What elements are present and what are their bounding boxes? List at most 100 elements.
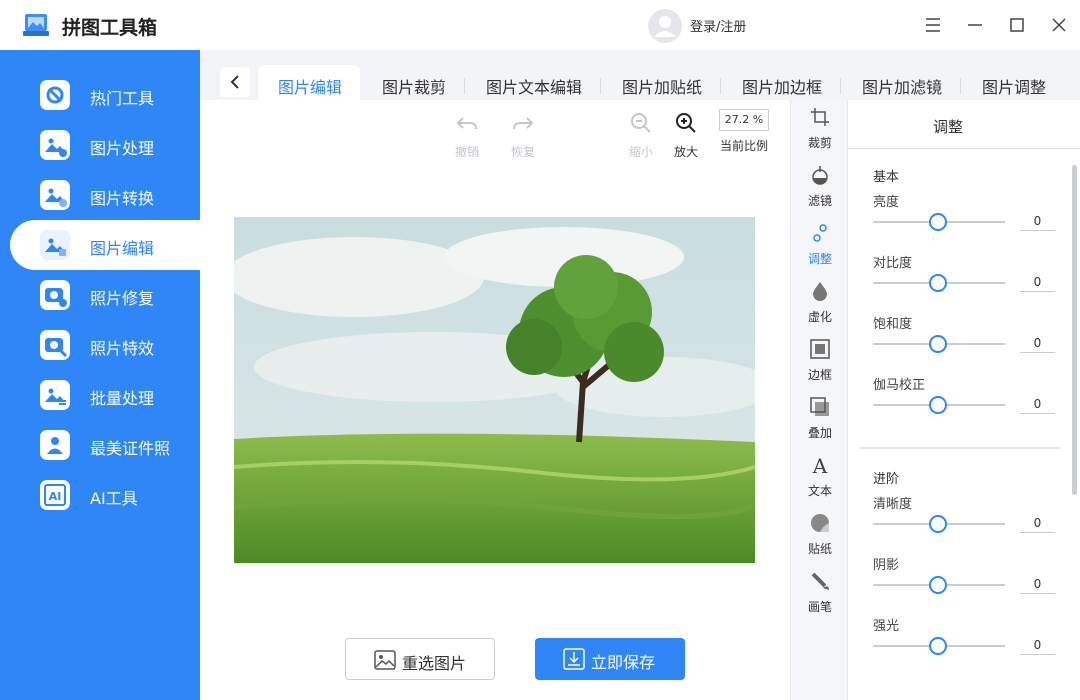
panel-scrollbar[interactable] bbox=[1072, 165, 1077, 495]
svg-text:AI: AI bbox=[49, 490, 62, 503]
app-title: 拼图工具箱 bbox=[62, 17, 158, 39]
zoom-out-button[interactable]: 缩小 bbox=[624, 110, 658, 160]
rail-brush[interactable]: 画笔 bbox=[791, 564, 849, 620]
sticker-icon bbox=[811, 514, 829, 532]
sidebar: 热门工具 图片处理 图片转换 图片编辑 照片修复 照片特效 批量处理 最美证件照… bbox=[0, 50, 200, 700]
shadow-slider-knob[interactable] bbox=[929, 576, 947, 594]
rail-label: 调整 bbox=[807, 252, 832, 266]
hot-tools-icon bbox=[40, 80, 70, 110]
sidebar-item-label: 批量处理 bbox=[90, 389, 155, 408]
rail-label: 叠加 bbox=[807, 426, 832, 440]
undo-icon bbox=[456, 117, 477, 130]
contrast-value[interactable]: 0 bbox=[1020, 272, 1055, 292]
reselect-image-button[interactable]: 重选图片 bbox=[345, 638, 495, 680]
sidebar-item-label: 照片修复 bbox=[90, 289, 155, 308]
sidebar-item-label: AI工具 bbox=[90, 489, 138, 508]
brush-icon bbox=[811, 572, 829, 590]
user-avatar-icon[interactable] bbox=[648, 9, 682, 43]
tab-image-add-border[interactable]: 图片加边框 bbox=[742, 74, 822, 98]
ai-tools-icon: AI bbox=[40, 480, 70, 510]
brightness-slider-knob[interactable] bbox=[929, 213, 947, 231]
tab-bar: 图片编辑 图片裁剪 图片文本编辑 图片加贴纸 图片加边框 图片加滤镜 图片调整 bbox=[200, 50, 1080, 100]
gamma-value[interactable]: 0 bbox=[1020, 394, 1055, 414]
rail-label: 虚化 bbox=[807, 310, 832, 324]
save-now-button[interactable]: 立即保存 bbox=[535, 638, 685, 680]
sidebar-item-photo-effects[interactable]: 照片特效 bbox=[10, 320, 200, 370]
rail-label: 贴纸 bbox=[807, 542, 832, 556]
zoom-in-label: 放大 bbox=[673, 145, 698, 159]
rail-text[interactable]: A 文本 bbox=[791, 448, 849, 504]
zoom-percentage-box[interactable]: 27.2 % bbox=[719, 109, 769, 131]
hard-light-value[interactable]: 0 bbox=[1020, 635, 1055, 655]
rail-blur[interactable]: 虚化 bbox=[791, 274, 849, 330]
zoom-in-button[interactable]: 放大 bbox=[669, 110, 703, 160]
redo-icon bbox=[513, 117, 534, 130]
app-logo-icon bbox=[23, 14, 49, 36]
rail-label: 滤镜 bbox=[807, 194, 832, 208]
tab-image-adjust[interactable]: 图片调整 bbox=[982, 74, 1046, 98]
rail-border[interactable]: 边框 bbox=[791, 332, 849, 388]
redo-label: 恢复 bbox=[510, 145, 535, 159]
back-button[interactable] bbox=[220, 67, 250, 97]
image-icon bbox=[374, 650, 396, 670]
tab-image-crop[interactable]: 图片裁剪 bbox=[382, 74, 446, 98]
tab-separator bbox=[464, 78, 465, 94]
brightness-label: 亮度 bbox=[873, 195, 900, 210]
sidebar-item-photo-repair[interactable]: 照片修复 bbox=[10, 270, 200, 320]
rail-label: 边框 bbox=[807, 368, 832, 382]
edited-photo[interactable] bbox=[234, 217, 755, 563]
maximize-icon[interactable] bbox=[1005, 13, 1029, 37]
rail-label: 文本 bbox=[807, 484, 832, 498]
adjust-panel: 调整 基本 亮度 0 对比度 0 饱和度 0 伽马校正 0 进阶 清晰度 0 阴… bbox=[848, 100, 1080, 700]
saturation-value[interactable]: 0 bbox=[1020, 333, 1055, 353]
rail-overlay[interactable]: 叠加 bbox=[791, 390, 849, 446]
close-icon[interactable] bbox=[1047, 13, 1071, 37]
id-photo-icon bbox=[40, 430, 70, 460]
menu-icon[interactable] bbox=[921, 13, 945, 37]
tab-image-text-edit[interactable]: 图片文本编辑 bbox=[486, 74, 582, 98]
zoom-in-icon bbox=[676, 113, 696, 133]
sidebar-item-id-photo[interactable]: 最美证件照 bbox=[10, 420, 200, 470]
redo-button[interactable]: 恢复 bbox=[506, 110, 540, 160]
rail-filter[interactable]: 滤镜 bbox=[791, 158, 849, 214]
image-convert-icon bbox=[40, 180, 70, 210]
saturation-slider-knob[interactable] bbox=[929, 335, 947, 353]
hard-light-slider-knob[interactable] bbox=[929, 637, 947, 655]
sidebar-item-image-process[interactable]: 图片处理 bbox=[10, 120, 200, 170]
tab-image-edit[interactable]: 图片编辑 bbox=[278, 74, 342, 98]
clarity-slider-knob[interactable] bbox=[929, 515, 947, 533]
rail-crop[interactable]: 裁剪 bbox=[791, 100, 849, 156]
tab-image-add-sticker[interactable]: 图片加贴纸 bbox=[622, 74, 702, 98]
rail-sticker[interactable]: 贴纸 bbox=[791, 506, 849, 562]
batch-process-icon bbox=[40, 380, 70, 410]
tab-separator bbox=[960, 78, 961, 94]
save-label: 立即保存 bbox=[591, 653, 656, 672]
sidebar-item-ai-tools[interactable]: AI AI工具 bbox=[10, 470, 200, 520]
tab-image-add-filter[interactable]: 图片加滤镜 bbox=[862, 74, 942, 98]
image-process-icon bbox=[40, 130, 70, 160]
download-icon bbox=[563, 648, 585, 670]
blur-icon bbox=[813, 282, 827, 301]
adjust-icon bbox=[813, 224, 827, 242]
rail-label: 画笔 bbox=[807, 600, 832, 614]
undo-button[interactable]: 撤销 bbox=[450, 110, 484, 160]
sidebar-item-label: 图片编辑 bbox=[90, 239, 155, 258]
brightness-value[interactable]: 0 bbox=[1020, 211, 1055, 231]
minimize-icon[interactable] bbox=[963, 13, 987, 37]
login-register-link[interactable]: 登录/注册 bbox=[690, 16, 746, 35]
zoom-out-label: 缩小 bbox=[628, 145, 653, 159]
sidebar-item-batch-process[interactable]: 批量处理 bbox=[10, 370, 200, 420]
section-basic-title: 基本 bbox=[873, 170, 900, 185]
clarity-value[interactable]: 0 bbox=[1020, 513, 1055, 533]
shadow-value[interactable]: 0 bbox=[1020, 574, 1055, 594]
contrast-slider-knob[interactable] bbox=[929, 274, 947, 292]
saturation-label: 饱和度 bbox=[873, 317, 913, 332]
sidebar-item-label: 图片转换 bbox=[90, 189, 155, 208]
sidebar-item-hot-tools[interactable]: 热门工具 bbox=[10, 70, 200, 120]
sidebar-item-image-convert[interactable]: 图片转换 bbox=[10, 170, 200, 220]
rail-adjust[interactable]: 调整 bbox=[791, 216, 849, 272]
reselect-label: 重选图片 bbox=[402, 654, 467, 673]
sidebar-item-image-edit[interactable]: 图片编辑 bbox=[10, 220, 200, 270]
gamma-slider-knob[interactable] bbox=[929, 396, 947, 414]
title-bar: 拼图工具箱 登录/注册 bbox=[0, 0, 1080, 50]
